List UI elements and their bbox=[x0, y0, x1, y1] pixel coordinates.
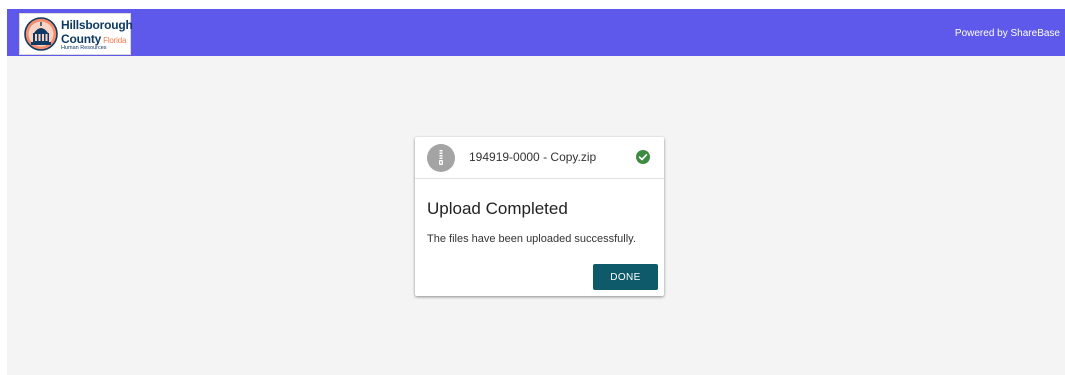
page-background: Hillsborough County Florida Human Resourc… bbox=[7, 9, 1065, 375]
logo-line-3: Human Resources bbox=[61, 45, 107, 51]
check-circle-icon bbox=[636, 150, 650, 164]
upload-title: Upload Completed bbox=[427, 199, 568, 218]
file-name: 194919-0000 - Copy.zip bbox=[469, 150, 597, 164]
upload-message: The files have been uploaded successfull… bbox=[427, 233, 636, 245]
zip-file-icon bbox=[427, 144, 455, 172]
logo-state-text: Florida bbox=[103, 36, 127, 45]
top-bar: Hillsborough County Florida Human Resourc… bbox=[7, 9, 1065, 56]
upload-status-card: 194919-0000 - Copy.zip Upload Completed … bbox=[415, 137, 664, 296]
county-seal-icon bbox=[24, 17, 58, 51]
hillsborough-county-logo[interactable]: Hillsborough County Florida Human Resourc… bbox=[19, 13, 133, 55]
logo-county-text: County bbox=[61, 32, 102, 46]
logo-line-1: Hillsborough bbox=[61, 18, 133, 32]
done-button[interactable]: DONE bbox=[593, 264, 658, 290]
file-row: 194919-0000 - Copy.zip bbox=[415, 137, 664, 179]
logo-line-2: County Florida bbox=[61, 32, 126, 46]
powered-by-text: Powered by ShareBase bbox=[954, 28, 1060, 39]
